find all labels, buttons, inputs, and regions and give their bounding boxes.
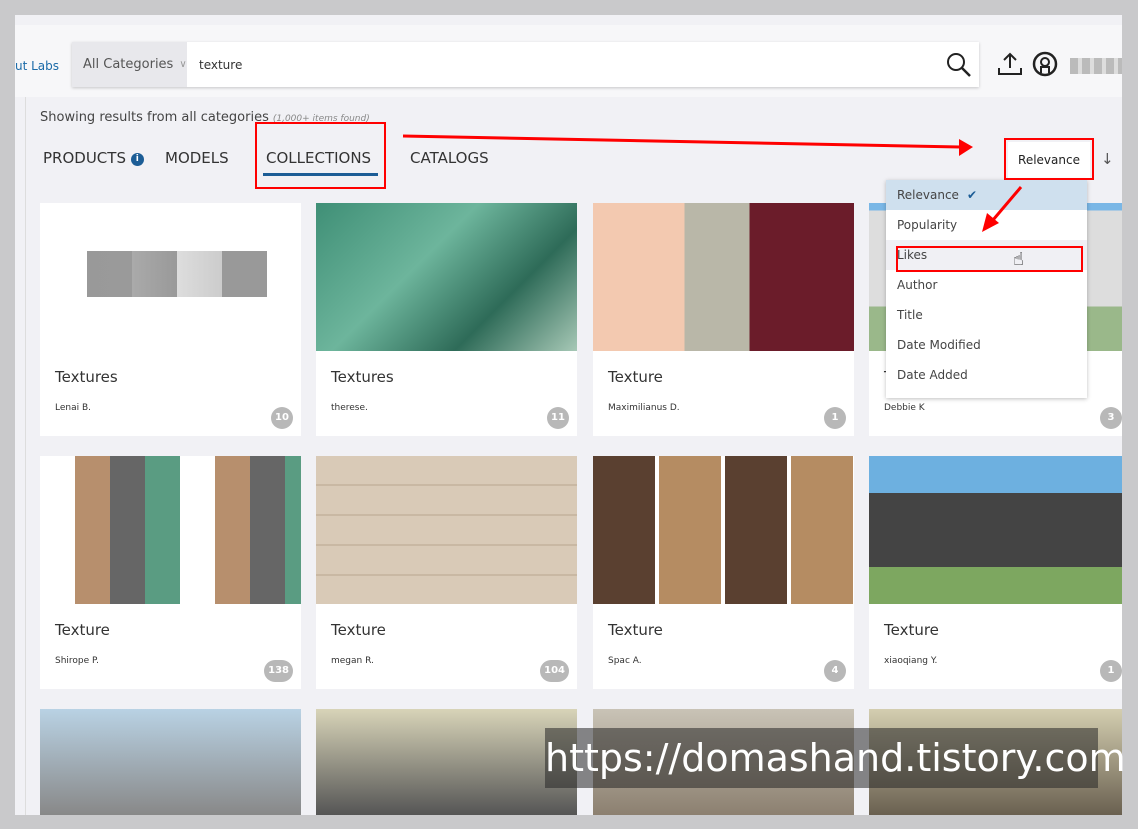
card-author[interactable]: Lenai B. [55, 403, 91, 413]
card-author[interactable]: Spac A. [608, 656, 642, 666]
collection-card[interactable] [316, 709, 577, 815]
collection-card[interactable]: Texture Shirope P. 138 [40, 456, 301, 689]
item-count-badge: 11 [547, 407, 569, 429]
watermark: https://domashand.tistory.com [545, 728, 1126, 788]
collection-card[interactable]: Texture xiaoqiang Y. 1 [869, 456, 1130, 689]
app-window: ut Labs All Categories∨ Showing results … [15, 15, 1130, 815]
card-title: Textures [331, 368, 394, 386]
collection-card[interactable]: Texture Spac A. 4 [593, 456, 854, 689]
item-count-badge: 104 [540, 660, 569, 682]
sort-option-date-modified[interactable]: Date Modified [886, 330, 1087, 360]
sort-option-date-added[interactable]: Date Added [886, 360, 1087, 390]
card-author[interactable]: therese. [331, 403, 368, 413]
annotation-arrows [402, 134, 1023, 232]
item-count-badge: 138 [264, 660, 293, 682]
card-title: Textures [55, 368, 118, 386]
card-title: Texture [331, 621, 386, 639]
card-title: Texture [608, 368, 663, 386]
item-count-badge: 1 [824, 407, 846, 429]
card-title: Texture [608, 621, 663, 639]
card-thumbnail [40, 709, 301, 815]
card-title: Texture [55, 621, 110, 639]
card-thumbnail [316, 709, 577, 815]
mouse-cursor-icon: ☝ [1013, 249, 1024, 270]
card-thumbnail [869, 456, 1130, 604]
collection-card[interactable] [40, 709, 301, 815]
collection-card[interactable]: Texture megan R. 104 [316, 456, 577, 689]
card-author[interactable]: Maximilianus D. [608, 403, 680, 413]
frame-border [1122, 0, 1138, 829]
card-author[interactable]: Debbie K [884, 403, 925, 413]
item-count-badge: 3 [1100, 407, 1122, 429]
card-author[interactable]: xiaoqiang Y. [884, 656, 937, 666]
item-count-badge: 1 [1100, 660, 1122, 682]
card-thumbnail [593, 456, 854, 604]
item-count-badge: 10 [271, 407, 293, 429]
card-title: Texture [884, 621, 939, 639]
card-thumbnail [316, 456, 577, 604]
item-count-badge: 4 [824, 660, 846, 682]
card-author[interactable]: megan R. [331, 656, 374, 666]
card-author[interactable]: Shirope P. [55, 656, 99, 666]
card-thumbnail [40, 456, 301, 604]
